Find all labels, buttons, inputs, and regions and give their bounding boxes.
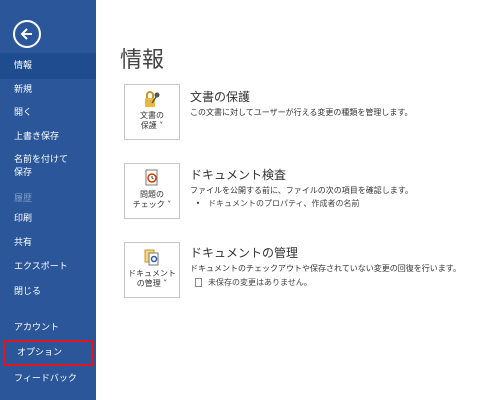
protect-document-desc: この文書に対してユーザーが行える変更の種類を管理します。: [190, 108, 413, 117]
manage-document-title: ドキュメントの管理: [190, 246, 299, 260]
info-panel: 情報 文書の 保護 ˅ 文書の保護 この文書に対してユーザーが行える変更の種類を…: [96, 0, 500, 400]
manage-document-desc: ドキュメントのチェックアウトや保存されていない変更の回復を行います。: [190, 264, 461, 273]
sidebar: 情報 新規 開く 上書き保存 名前を付けて保存 履歴 印刷 共有 エクスポート …: [0, 0, 96, 400]
manage-document-icon: [142, 247, 162, 267]
sidebar-item-export[interactable]: エクスポート: [0, 254, 96, 280]
inspect-document-item: • ドキュメントのプロパティ、作成者の名前: [194, 198, 360, 209]
sidebar-item-share[interactable]: 共有: [0, 230, 96, 256]
page-title: 情報: [120, 48, 165, 73]
document-small-icon: [194, 278, 202, 287]
inspect-document-icon: [142, 168, 162, 188]
sidebar-item-open[interactable]: 開く: [0, 100, 96, 126]
arrow-left-icon: [20, 28, 32, 40]
back-button[interactable]: [13, 20, 41, 48]
sidebar-item-feedback[interactable]: フィードバック: [0, 366, 96, 392]
check-issues-label: 問題の チェック ˅: [132, 190, 172, 209]
protect-document-button[interactable]: 文書の 保護 ˅: [124, 84, 180, 140]
protect-document-label: 文書の 保護 ˅: [140, 111, 164, 130]
manage-document-item: 未保存の変更はありません。: [194, 277, 312, 288]
sidebar-item-print[interactable]: 印刷: [0, 206, 96, 232]
sidebar-item-info[interactable]: 情報: [0, 53, 96, 79]
sidebar-item-save[interactable]: 上書き保存: [0, 124, 96, 150]
sidebar-item-close[interactable]: 閉じる: [0, 279, 96, 305]
sidebar-item-save-as[interactable]: 名前を付けて保存: [0, 152, 70, 178]
inspect-document-title: ドキュメント検査: [190, 168, 287, 182]
lock-key-icon: [142, 89, 162, 109]
inspect-document-sub: ドキュメントのプロパティ、作成者の名前: [208, 199, 360, 208]
bullet-icon: •: [195, 199, 201, 208]
manage-document-sub: 未保存の変更はありません。: [208, 278, 312, 287]
check-issues-button[interactable]: 問題の チェック ˅: [124, 163, 180, 219]
inspect-document-desc: ファイルを公開する前に、ファイルの次の項目を確認します。: [190, 186, 413, 195]
protect-document-title: 文書の保護: [190, 90, 251, 104]
sidebar-item-account[interactable]: アカウント: [0, 315, 96, 341]
sidebar-item-options[interactable]: オプション: [3, 340, 93, 366]
manage-document-button[interactable]: ドキュメント の管理 ˅: [124, 242, 180, 298]
manage-document-label: ドキュメント の管理 ˅: [128, 269, 176, 288]
